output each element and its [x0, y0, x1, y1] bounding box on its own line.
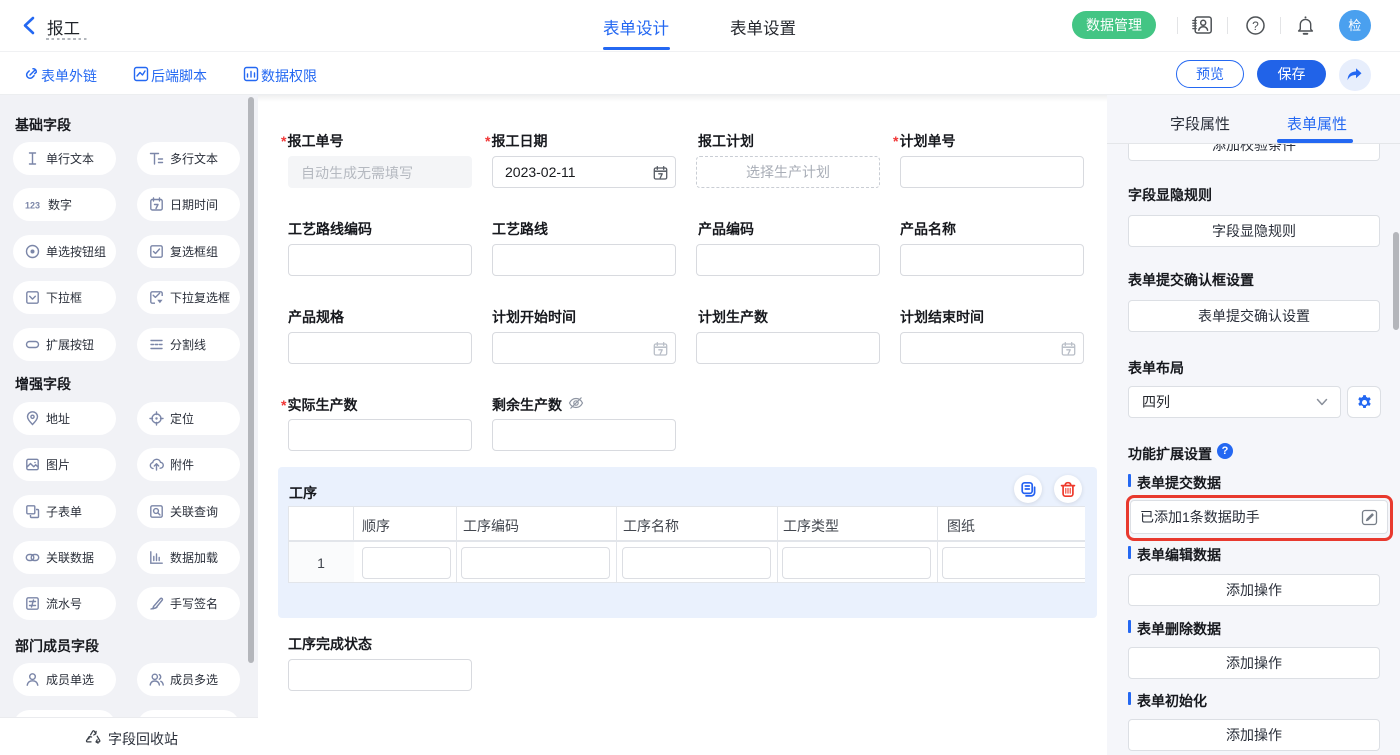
svg-text:123: 123: [25, 201, 40, 211]
svg-text:?: ?: [1252, 19, 1259, 33]
